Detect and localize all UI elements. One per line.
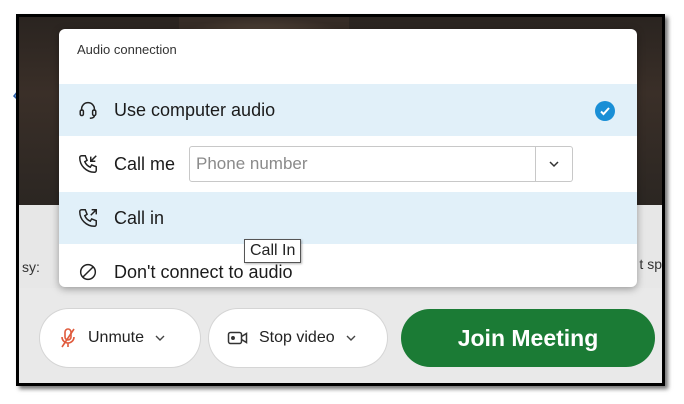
meeting-preview-window: sy: t sp Audio connection Use computer a… — [16, 14, 665, 386]
call-in-tooltip: Call In — [244, 239, 302, 263]
background-text-right: t sp — [639, 256, 662, 272]
join-meeting-button[interactable]: Join Meeting — [401, 309, 655, 367]
chevron-down-icon — [549, 161, 559, 168]
unmute-button[interactable]: Unmute — [40, 309, 200, 367]
audio-connection-menu: Audio connection Use computer audio Call… — [59, 29, 637, 287]
no-audio-icon — [76, 260, 100, 284]
phone-incoming-icon — [76, 152, 100, 176]
phone-outgoing-icon — [76, 206, 100, 230]
option-dont-connect-audio[interactable]: Don't connect to audio — [59, 246, 637, 287]
checkmark-icon — [595, 101, 615, 121]
option-use-computer-audio[interactable]: Use computer audio — [59, 84, 637, 136]
menu-header: Audio connection — [77, 42, 177, 57]
chevron-down-icon[interactable] — [154, 332, 166, 344]
microphone-muted-icon — [58, 327, 78, 349]
unmute-label: Unmute — [88, 329, 145, 346]
option-call-in[interactable]: Call in — [59, 192, 637, 244]
option-call-me[interactable]: Call me — [59, 138, 637, 190]
stop-video-button[interactable]: Stop video — [209, 309, 387, 367]
country-code-dropdown[interactable] — [536, 146, 573, 182]
option-label: Call in — [114, 207, 165, 228]
video-camera-icon — [227, 330, 249, 346]
background-text-left: sy: — [22, 259, 40, 275]
stop-video-label: Stop video — [259, 329, 335, 346]
option-label: Use computer audio — [114, 99, 276, 120]
option-label: Don't connect to audio — [114, 261, 293, 282]
phone-number-input[interactable] — [189, 146, 536, 182]
headset-icon — [76, 98, 100, 122]
chevron-down-icon[interactable] — [345, 332, 357, 344]
option-label: Call me — [114, 153, 176, 174]
